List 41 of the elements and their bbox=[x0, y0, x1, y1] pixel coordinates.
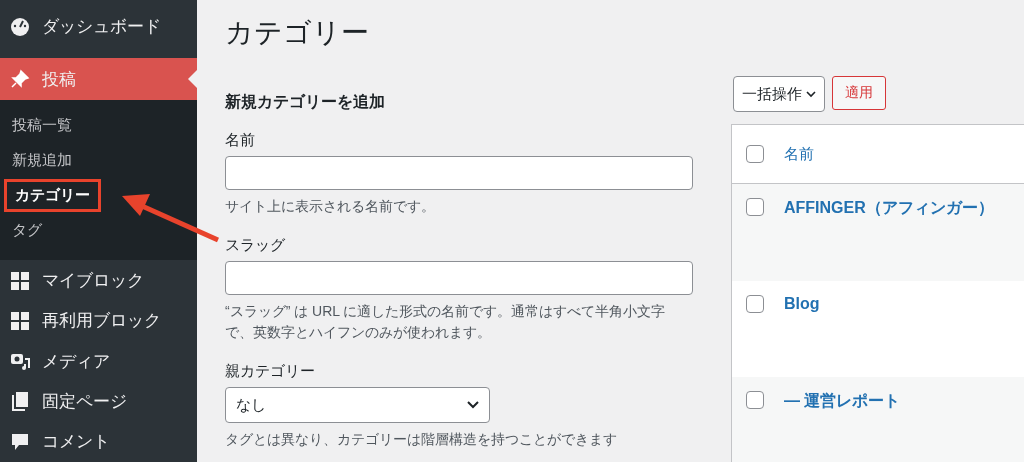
chevron-icon bbox=[806, 90, 816, 98]
chevron-icon bbox=[467, 401, 479, 410]
field-label: 名前 bbox=[225, 131, 256, 150]
select-field[interactable]: なし bbox=[225, 387, 490, 424]
category-link[interactable]: Blog bbox=[784, 295, 820, 313]
field-label: 親カテゴリー bbox=[225, 362, 316, 382]
help-text: サイト上に表示される名前です。 bbox=[225, 197, 436, 216]
menu-item[interactable]: 固定ページ bbox=[0, 381, 197, 422]
submenu-item[interactable]: 投稿一覧 bbox=[12, 116, 72, 136]
help-text: タグとは異なり、カテゴリーは階層構造を持つことができます bbox=[225, 430, 618, 450]
input-field[interactable] bbox=[225, 156, 693, 190]
speech-bubble-icon bbox=[10, 431, 30, 452]
menu-item[interactable]: ダッシュボード bbox=[0, 4, 197, 49]
checkbox[interactable] bbox=[746, 391, 764, 409]
camera-music-icon bbox=[10, 351, 30, 372]
page-title: カテゴリー bbox=[225, 16, 370, 50]
checkbox[interactable] bbox=[746, 145, 764, 163]
gauge-icon bbox=[10, 16, 30, 37]
checkbox[interactable] bbox=[746, 198, 764, 216]
category-link[interactable]: AFFINGER（アフィンガー） bbox=[784, 198, 994, 219]
apply-button[interactable]: 適用 bbox=[832, 76, 886, 110]
pin-icon bbox=[10, 69, 30, 90]
help-text: “スラッグ” は URL に適した形式の名前です。通常はすべて半角小文字で、英数字とハイフンのみが使われます。 bbox=[225, 301, 667, 343]
submenu-item[interactable]: 新規追加 bbox=[12, 151, 72, 171]
grid-icon bbox=[10, 270, 30, 291]
menu-item[interactable]: 投稿 bbox=[0, 58, 197, 101]
form-heading: 新規カテゴリーを追加 bbox=[225, 92, 386, 112]
menu-item[interactable]: 再利用ブロック bbox=[0, 300, 197, 341]
pages-icon bbox=[10, 391, 30, 412]
menu-item[interactable]: マイブロック bbox=[0, 260, 197, 301]
input-field[interactable] bbox=[225, 260, 693, 295]
column-header[interactable]: 名前 bbox=[784, 144, 814, 164]
checkbox[interactable] bbox=[746, 295, 764, 313]
field-label: スラッグ bbox=[225, 235, 286, 255]
grid-icon bbox=[10, 310, 30, 331]
menu-item[interactable]: コメント bbox=[0, 421, 197, 462]
bulk-action-select[interactable]: 一括操作 bbox=[733, 76, 825, 112]
menu-item[interactable]: メディア bbox=[0, 341, 197, 382]
category-link[interactable]: — 運営レポート bbox=[784, 391, 901, 412]
submenu-item[interactable]: タグ bbox=[12, 221, 42, 241]
submenu-item[interactable]: カテゴリー bbox=[4, 179, 101, 213]
